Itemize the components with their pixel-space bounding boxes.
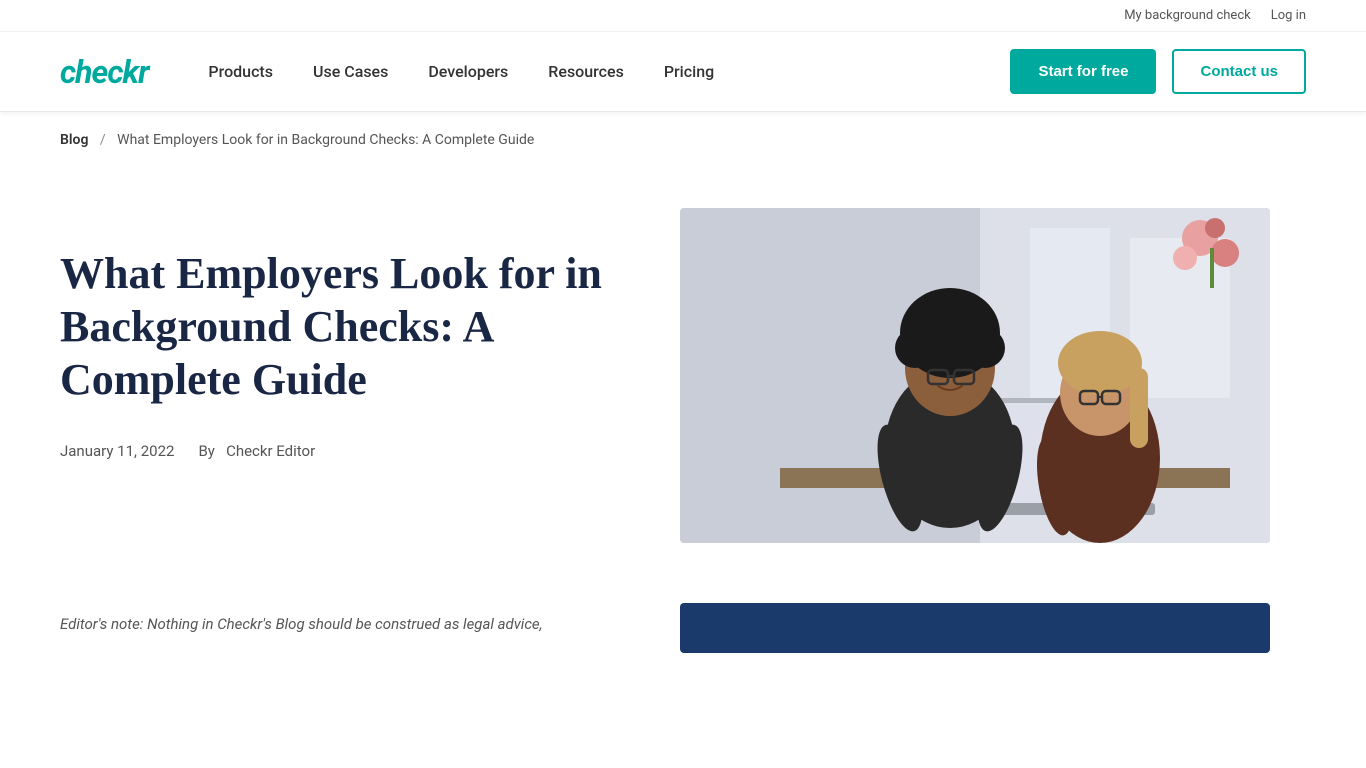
article-hero-image: [680, 208, 1270, 543]
article-title: What Employers Look for in Background Ch…: [60, 248, 620, 406]
bottom-cta-button[interactable]: [680, 603, 1270, 653]
editor-note: Editor's note: Nothing in Checkr's Blog …: [60, 615, 620, 633]
nav-item-developers[interactable]: Developers: [428, 62, 508, 81]
author-prefix: By: [198, 442, 214, 460]
header-actions: Start for free Contact us: [1010, 49, 1306, 94]
my-background-check-link[interactable]: My background check: [1124, 8, 1251, 23]
article-date: January 11, 2022: [60, 442, 174, 460]
breadcrumb-current: What Employers Look for in Background Ch…: [117, 132, 534, 148]
bottom-left: Editor's note: Nothing in Checkr's Blog …: [60, 615, 620, 653]
top-bar: My background check Log in: [0, 0, 1366, 32]
logo[interactable]: checkr: [60, 53, 148, 91]
nav-item-resources[interactable]: Resources: [548, 62, 624, 81]
nav-item-products[interactable]: Products: [208, 62, 273, 81]
start-for-free-button[interactable]: Start for free: [1010, 49, 1156, 94]
author-name: Checkr Editor: [226, 442, 315, 460]
site-header: checkr Products Use Cases Developers Res…: [0, 32, 1366, 112]
breadcrumb-separator: /: [100, 132, 106, 148]
log-in-link[interactable]: Log in: [1271, 8, 1306, 23]
bottom-area: Editor's note: Nothing in Checkr's Blog …: [0, 603, 1366, 683]
main-nav: Products Use Cases Developers Resources …: [208, 62, 1010, 81]
nav-item-use-cases[interactable]: Use Cases: [313, 62, 388, 81]
nav-item-pricing[interactable]: Pricing: [664, 62, 714, 81]
breadcrumb-home[interactable]: Blog: [60, 132, 88, 148]
article-left: What Employers Look for in Background Ch…: [60, 208, 620, 460]
article-author: By Checkr Editor: [198, 442, 315, 460]
bottom-right: [680, 603, 1270, 653]
contact-us-button[interactable]: Contact us: [1172, 49, 1306, 94]
article-meta: January 11, 2022 By Checkr Editor: [60, 442, 620, 460]
breadcrumb: Blog / What Employers Look for in Backgr…: [0, 112, 1366, 168]
main-content: What Employers Look for in Background Ch…: [0, 168, 1366, 603]
